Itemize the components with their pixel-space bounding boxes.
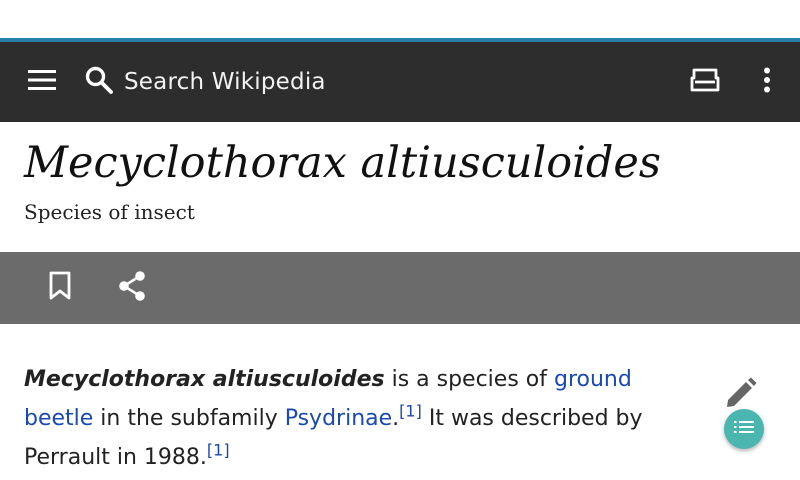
top-toolbar: Search Wikipedia — [0, 42, 800, 122]
search-icon — [84, 65, 114, 100]
page-title: Mecyclothorax altiusculoides — [24, 138, 661, 188]
share-icon — [117, 270, 147, 307]
search-bar[interactable]: Search Wikipedia — [84, 42, 644, 122]
article-action-bar — [0, 252, 800, 324]
link-psydrinae[interactable]: Psydrinae — [285, 406, 392, 431]
share-button[interactable] — [104, 252, 160, 324]
body-text: in the subfamily — [93, 406, 285, 431]
article-header: Mecyclothorax altiusculoides Species of … — [0, 122, 800, 252]
save-bookmark-button[interactable] — [32, 252, 88, 324]
bookmark-icon — [48, 271, 72, 306]
article-body: Mecyclothorax altiusculoides is a specie… — [24, 360, 694, 477]
reference-link[interactable]: [1] — [399, 402, 422, 421]
toc-list-icon — [734, 420, 754, 439]
overflow-menu-button[interactable] — [742, 42, 792, 122]
page-description: Species of insect — [24, 200, 195, 224]
search-placeholder: Search Wikipedia — [124, 69, 326, 95]
menu-icon — [27, 68, 57, 97]
menu-button[interactable] — [12, 42, 72, 122]
reference-link[interactable]: [1] — [207, 441, 230, 460]
body-text: is a species of — [384, 367, 554, 392]
reading-lists-button[interactable] — [675, 42, 735, 122]
overflow-icon — [763, 67, 771, 98]
status-strip — [0, 0, 800, 38]
article-lead-title: Mecyclothorax altiusculoides — [24, 367, 385, 392]
reading-lists-icon — [689, 68, 721, 97]
table-of-contents-button[interactable] — [724, 409, 764, 449]
